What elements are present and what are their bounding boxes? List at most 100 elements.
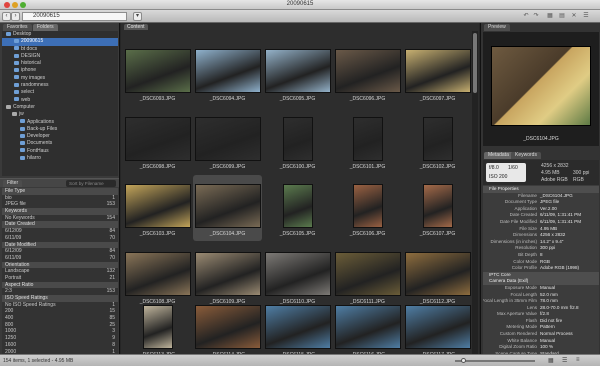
thumbnail-image[interactable] (404, 252, 471, 296)
thumbnail-cell[interactable]: _DSC6114.JPG (193, 296, 262, 354)
folder-item[interactable]: DESIGN (2, 53, 118, 60)
trash-icon[interactable]: ✕ (570, 13, 578, 20)
thumbnail-image[interactable] (282, 184, 313, 228)
rotate-right-icon[interactable]: ↷ (532, 13, 540, 20)
thumbnail-cell[interactable]: _DSC6098.JPG (123, 108, 192, 174)
scrollbar-knob[interactable] (473, 33, 477, 93)
path-menu-button[interactable]: ▾ (133, 12, 142, 21)
tab-keywords[interactable]: Keywords (511, 152, 541, 159)
filter-item[interactable]: 1000 3 (2, 328, 118, 335)
tab-favorites[interactable]: Favorites (3, 24, 32, 31)
folder-item[interactable]: Documents (2, 140, 118, 147)
thumbnail-image[interactable] (194, 184, 261, 228)
filter-item[interactable]: 200 15 (2, 308, 118, 315)
thumbnail-image[interactable] (124, 184, 191, 228)
filter-item[interactable]: 1250 9 (2, 335, 118, 342)
slider-knob[interactable] (461, 358, 466, 363)
thumbnail-cell[interactable]: _DSC6103.JPG (123, 175, 192, 241)
folder-item[interactable]: Back-up Files (2, 126, 118, 133)
thumbnail-cell[interactable]: _DSC6106.JPG (333, 175, 402, 241)
thumbnail-cell[interactable]: _DSC6093.JPG (123, 40, 192, 106)
thumbnail-cell[interactable]: _DSC6115.JPG (263, 296, 332, 354)
thumbnail-image[interactable] (352, 117, 383, 161)
thumbnail-cell[interactable]: _DSC6095.JPG (263, 40, 332, 106)
folder-item[interactable]: Computer (2, 104, 118, 111)
folder-item[interactable]: historical (2, 60, 118, 67)
folder-item[interactable]: hilarro (2, 155, 118, 162)
thumbnail-image[interactable] (264, 305, 331, 349)
rotate-left-icon[interactable]: ↶ (522, 13, 530, 20)
folder-item[interactable]: web (2, 97, 118, 104)
folder-item[interactable]: bt docs (2, 46, 118, 53)
filter-category[interactable]: Orientation (2, 261, 118, 269)
thumbnail-cell[interactable]: _DSC6113.JPG (123, 296, 192, 354)
folder-item[interactable]: Developer (2, 133, 118, 140)
content-scrollbar[interactable] (472, 31, 478, 354)
thumbnail-cell[interactable]: _DSC6099.JPG (193, 108, 262, 174)
filter-category[interactable]: Date Created (2, 221, 118, 229)
thumbnail-image[interactable] (422, 184, 453, 228)
folder-item[interactable]: iphone (2, 67, 118, 74)
thumbnail-cell[interactable]: _DSC6094.JPG (193, 40, 262, 106)
path-bar[interactable]: 20090615 (22, 12, 127, 21)
filter-category[interactable]: Aspect Ratio (2, 281, 118, 289)
thumbnail-image[interactable] (194, 305, 261, 349)
thumbnail-image[interactable] (282, 117, 313, 161)
filter-item[interactable]: No ISO Speed Ratings 1 (2, 302, 118, 309)
filter-category[interactable]: Keywords (2, 208, 118, 215)
thumbnail-image[interactable] (404, 49, 471, 93)
filter-item[interactable]: 400 85 (2, 315, 118, 322)
thumbnail-image[interactable] (124, 117, 191, 161)
back-button[interactable]: ‹ (2, 12, 11, 21)
filter-item[interactable]: bio 1 (2, 195, 118, 202)
thumbnail-cell[interactable]: _DSC6117.JPG (403, 296, 472, 354)
thumbnail-cell[interactable]: _DSC6101.JPG (333, 108, 402, 174)
tab-folders[interactable]: Folders (33, 24, 58, 31)
thumbnail-image[interactable] (334, 49, 401, 93)
grid-view-icon[interactable]: ▦ (548, 357, 556, 364)
thumbnail-image[interactable] (264, 252, 331, 296)
folder-item[interactable]: Desktop (2, 31, 118, 38)
filter-item[interactable]: 6/12/09 84 (2, 228, 118, 235)
tab-metadata[interactable]: Metadata (484, 152, 513, 159)
thumbnail-size-slider[interactable] (455, 358, 535, 363)
thumbnail-cell[interactable]: _DSC6107.JPG (403, 175, 472, 241)
thumbnail-image[interactable] (404, 305, 471, 349)
folder-item[interactable]: 20090615 (2, 38, 118, 46)
folder-item[interactable]: my images (2, 75, 118, 82)
filter-item[interactable]: No Keywords 154 (2, 215, 118, 222)
thumbnail-cell[interactable]: _DSC6102.JPG (403, 108, 472, 174)
folder-item[interactable]: randomness (2, 82, 118, 89)
thumbnail-image[interactable] (194, 49, 261, 93)
thumbnail-image[interactable] (422, 117, 453, 161)
folder-item[interactable]: FontHaus (2, 148, 118, 155)
filter-category[interactable]: ISO Speed Ratings (2, 295, 118, 302)
thumbnail-image[interactable] (352, 184, 383, 228)
thumbnail-image[interactable] (142, 305, 173, 349)
filter-item[interactable]: 6/12/09 84 (2, 248, 118, 255)
tab-content[interactable]: Content (124, 24, 148, 30)
sort-field[interactable]: Sort by Filename (66, 180, 116, 187)
folder-item[interactable]: select (2, 89, 118, 96)
filter-item[interactable]: 1600 8 (2, 342, 118, 349)
filter-item[interactable]: Portrait 21 (2, 275, 118, 282)
thumbnail-cell[interactable]: _DSC6096.JPG (333, 40, 402, 106)
list-view-icon[interactable]: ☰ (562, 357, 570, 364)
folder-item[interactable]: Applications (2, 119, 118, 126)
thumbnail-image[interactable] (334, 252, 401, 296)
thumbnail-image[interactable] (124, 252, 191, 296)
metadata-section-header[interactable]: IPTC Core (483, 271, 599, 279)
filter-item[interactable]: Landscape 132 (2, 268, 118, 275)
new-folder-icon[interactable]: ▤ (558, 13, 566, 20)
tab-filter[interactable]: Filter (3, 180, 23, 187)
thumbnail-cell[interactable]: _DSC6100.JPG (263, 108, 332, 174)
thumbnail-cell[interactable]: _DSC6097.JPG (403, 40, 472, 106)
filter-item[interactable]: 800 25 (2, 322, 118, 329)
thumbnail-cell[interactable]: _DSC6104.JPG (193, 175, 262, 241)
thumbnail-image[interactable] (194, 252, 261, 296)
filter-item[interactable]: 2:3 153 (2, 288, 118, 295)
folder-item[interactable]: jw (2, 111, 118, 118)
filter-category[interactable]: Date Modified (2, 241, 118, 249)
thumbnail-image[interactable] (124, 49, 191, 93)
details-view-icon[interactable]: ≡ (576, 357, 584, 364)
